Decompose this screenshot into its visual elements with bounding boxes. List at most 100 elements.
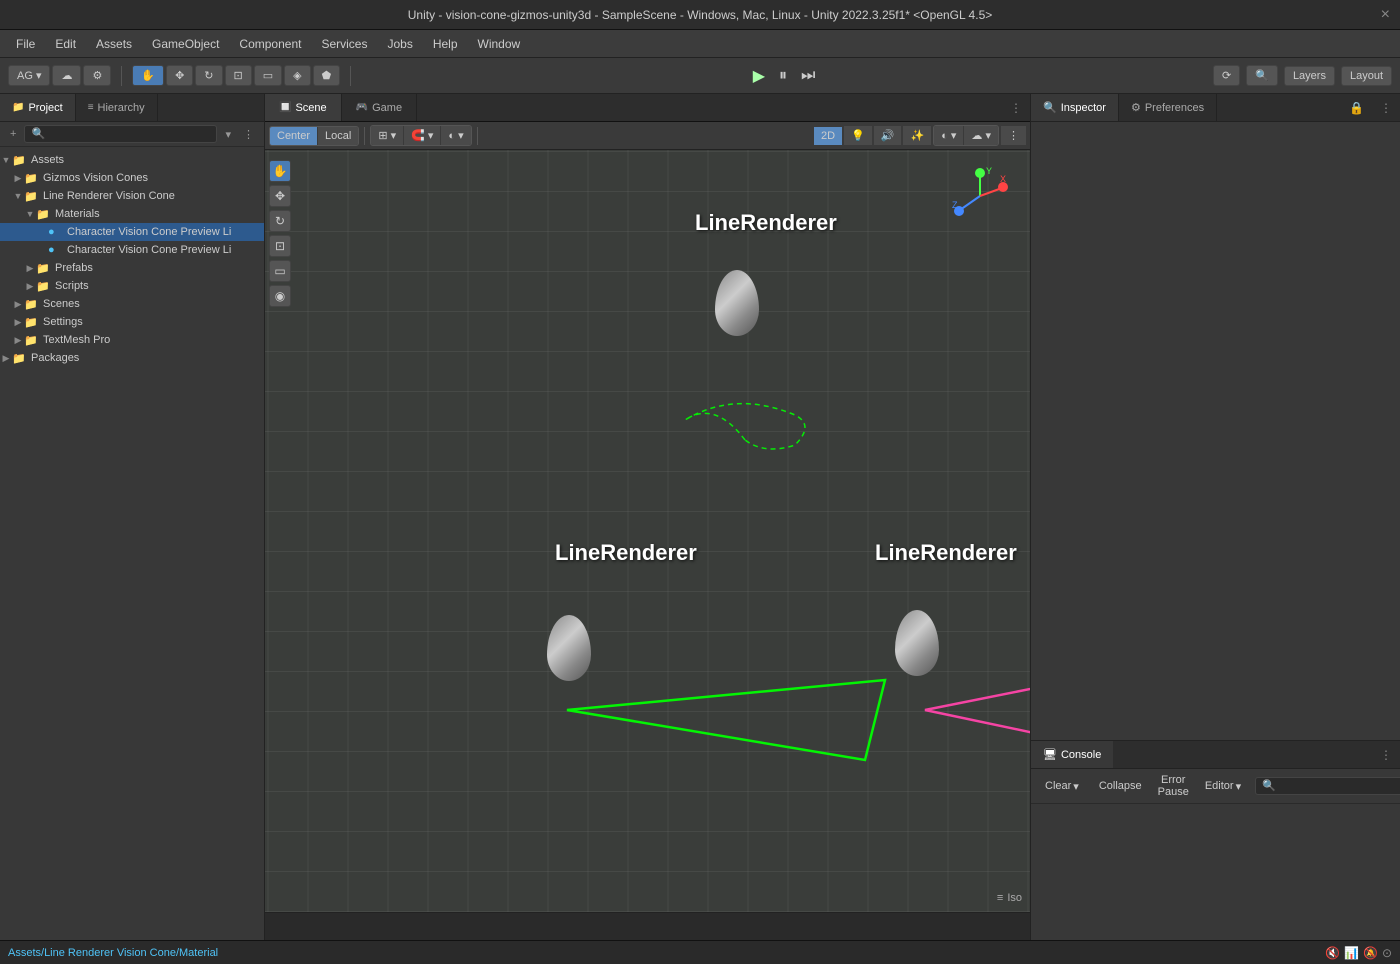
inspector-options-button[interactable]: ⋮ <box>1372 94 1400 121</box>
menu-item-services[interactable]: Services <box>313 34 375 54</box>
hand-scene-btn[interactable]: ✋ <box>269 160 291 182</box>
tree-label: Scenes <box>43 298 80 310</box>
audio-button[interactable]: 🔊 <box>874 126 902 145</box>
2d-button[interactable]: 2D <box>814 127 842 145</box>
console-options-button[interactable]: ⋮ <box>1372 741 1400 768</box>
lighting-button[interactable]: 💡 <box>844 126 872 145</box>
tab-scene-label: Scene <box>295 102 326 114</box>
search-button[interactable]: 🔍 <box>1246 65 1278 86</box>
scale-scene-btn[interactable]: ⊡ <box>269 235 291 257</box>
project-search-input[interactable] <box>24 125 217 143</box>
tab-hierarchy[interactable]: ≡ Hierarchy <box>76 94 158 121</box>
fx-button[interactable]: ✨ <box>903 126 931 145</box>
iso-menu-icon: ≡ <box>997 892 1003 904</box>
overdraw-button[interactable]: ☁ ▾ <box>964 126 998 145</box>
left-panel: 📁 Project ≡ Hierarchy + ▾ ⋮ ▼📁Assets▶📁Gi… <box>0 94 265 940</box>
transform-tool-button[interactable]: ◈ <box>284 65 310 86</box>
snap-button[interactable]: 🧲 ▾ <box>404 126 440 145</box>
tab-preferences-label: Preferences <box>1145 102 1204 114</box>
tree-item-textmesh-pro[interactable]: ▶📁TextMesh Pro <box>0 331 264 349</box>
cloud-button[interactable]: ☁ <box>52 65 81 86</box>
menu-item-window[interactable]: Window <box>470 34 529 54</box>
collapse-button[interactable]: Collapse <box>1093 778 1148 794</box>
menu-item-edit[interactable]: Edit <box>47 34 84 54</box>
status-icon-3[interactable]: 🔕 <box>1363 946 1378 960</box>
menu-item-file[interactable]: File <box>8 34 43 54</box>
move-tool-button[interactable]: ✥ <box>166 65 193 86</box>
tab-hierarchy-label: Hierarchy <box>98 102 145 114</box>
pause-button[interactable]: ⏸ <box>775 63 791 89</box>
tree-item-gizmos-vision-cones[interactable]: ▶📁Gizmos Vision Cones <box>0 169 264 187</box>
menu-item-jobs[interactable]: Jobs <box>379 34 420 54</box>
tab-preferences[interactable]: ⚙ Preferences <box>1119 94 1217 121</box>
inspector-lock-button[interactable]: 🔒 <box>1341 94 1372 121</box>
rotate-tool-button[interactable]: ↻ <box>195 65 222 86</box>
rect-scene-btn[interactable]: ▭ <box>269 260 291 282</box>
custom-scene-btn[interactable]: ◉ <box>269 285 291 307</box>
tree-icon: 📁 <box>24 316 40 329</box>
grid-button[interactable]: ⊞ ▾ <box>371 126 403 145</box>
editor-arrow: ▾ <box>1236 780 1242 793</box>
view-extras-button[interactable]: ◐ ▾ <box>441 126 470 145</box>
layout-button[interactable]: Layout <box>1341 66 1392 86</box>
history-button[interactable]: ⟳ <box>1213 65 1240 86</box>
status-icon-1[interactable]: 🔇 <box>1325 946 1340 960</box>
window-title: Unity - vision-cone-gizmos-unity3d - Sam… <box>408 8 993 22</box>
tab-project[interactable]: 📁 Project <box>0 94 76 121</box>
local-button[interactable]: Local <box>318 127 358 145</box>
scene-tab-options[interactable]: ⋮ <box>1002 94 1030 121</box>
scene-grid <box>265 150 1030 912</box>
shaded-button[interactable]: ◐ ▾ <box>934 126 963 145</box>
tree-item-materials[interactable]: ▼📁Materials <box>0 205 264 223</box>
menu-item-assets[interactable]: Assets <box>88 34 140 54</box>
tab-console-label: Console <box>1061 749 1101 761</box>
menu-item-component[interactable]: Component <box>231 34 309 54</box>
tree-icon: 📁 <box>24 298 40 311</box>
menu-bar: FileEditAssetsGameObjectComponentService… <box>0 30 1400 58</box>
tree-arrow: ▶ <box>24 263 36 274</box>
console-search-input[interactable] <box>1255 777 1400 795</box>
settings-button[interactable]: ⚙ <box>83 65 111 86</box>
tree-item-line-renderer-vision-cone[interactable]: ▼📁Line Renderer Vision Cone <box>0 187 264 205</box>
tree-item-packages[interactable]: ▶📁Packages <box>0 349 264 367</box>
account-button[interactable]: AG ▾ <box>8 65 50 86</box>
status-icon-2[interactable]: 📊 <box>1344 946 1359 960</box>
menu-item-help[interactable]: Help <box>425 34 466 54</box>
project-options-button[interactable]: ⋮ <box>239 126 258 143</box>
rect-tool-button[interactable]: ▭ <box>254 65 282 86</box>
status-icon-4[interactable]: ⊙ <box>1382 946 1392 960</box>
tree-item-char-vision-2[interactable]: ●Character Vision Cone Preview Li <box>0 241 264 259</box>
tree-item-scripts[interactable]: ▶📁Scripts <box>0 277 264 295</box>
tab-console[interactable]: 🖥 Console <box>1031 741 1113 768</box>
svg-text:Y: Y <box>986 166 992 176</box>
hand-tool-button[interactable]: ✋ <box>132 65 164 86</box>
clear-button[interactable]: Clear ▾ <box>1039 778 1085 795</box>
tab-scene[interactable]: 🔲 Scene <box>265 94 342 121</box>
close-button[interactable]: × <box>1381 6 1390 24</box>
play-button[interactable]: ▶ <box>749 62 769 90</box>
layers-button[interactable]: Layers <box>1284 66 1335 86</box>
tree-item-scenes[interactable]: ▶📁Scenes <box>0 295 264 313</box>
bottom-panel <box>265 912 1030 940</box>
step-button[interactable]: ⏭ <box>797 63 819 89</box>
tree-item-char-vision-1[interactable]: ●Character Vision Cone Preview Li <box>0 223 264 241</box>
custom-tool-button[interactable]: ⬟ <box>313 65 341 86</box>
scene-view[interactable]: ✋ ✥ ↻ ⊡ ▭ ◉ LineRenderer LineRenderer <box>265 150 1030 912</box>
menu-item-gameobject[interactable]: GameObject <box>144 34 227 54</box>
center-button[interactable]: Center <box>270 127 317 145</box>
tab-game[interactable]: 🎮 Game <box>342 94 417 121</box>
editor-button[interactable]: Editor ▾ <box>1199 778 1247 795</box>
tree-item-settings[interactable]: ▶📁Settings <box>0 313 264 331</box>
tree-item-assets[interactable]: ▼📁Assets <box>0 151 264 169</box>
move-scene-btn[interactable]: ✥ <box>269 185 291 207</box>
project-filter-button[interactable]: ▾ <box>221 126 235 143</box>
scale-tool-button[interactable]: ⊡ <box>225 65 252 86</box>
tree-icon: 📁 <box>24 190 40 203</box>
main-toolbar: AG ▾ ☁ ⚙ ✋ ✥ ↻ ⊡ ▭ ◈ ⬟ ▶ ⏸ ⏭ ⟳ 🔍 Layers … <box>0 58 1400 94</box>
add-asset-button[interactable]: + <box>6 126 20 142</box>
rotate-scene-btn[interactable]: ↻ <box>269 210 291 232</box>
more-button[interactable]: ⋮ <box>1001 126 1026 145</box>
error-pause-button[interactable]: Error Pause <box>1152 772 1195 800</box>
tab-inspector[interactable]: 🔍 Inspector <box>1031 94 1119 121</box>
tree-item-prefabs[interactable]: ▶📁Prefabs <box>0 259 264 277</box>
